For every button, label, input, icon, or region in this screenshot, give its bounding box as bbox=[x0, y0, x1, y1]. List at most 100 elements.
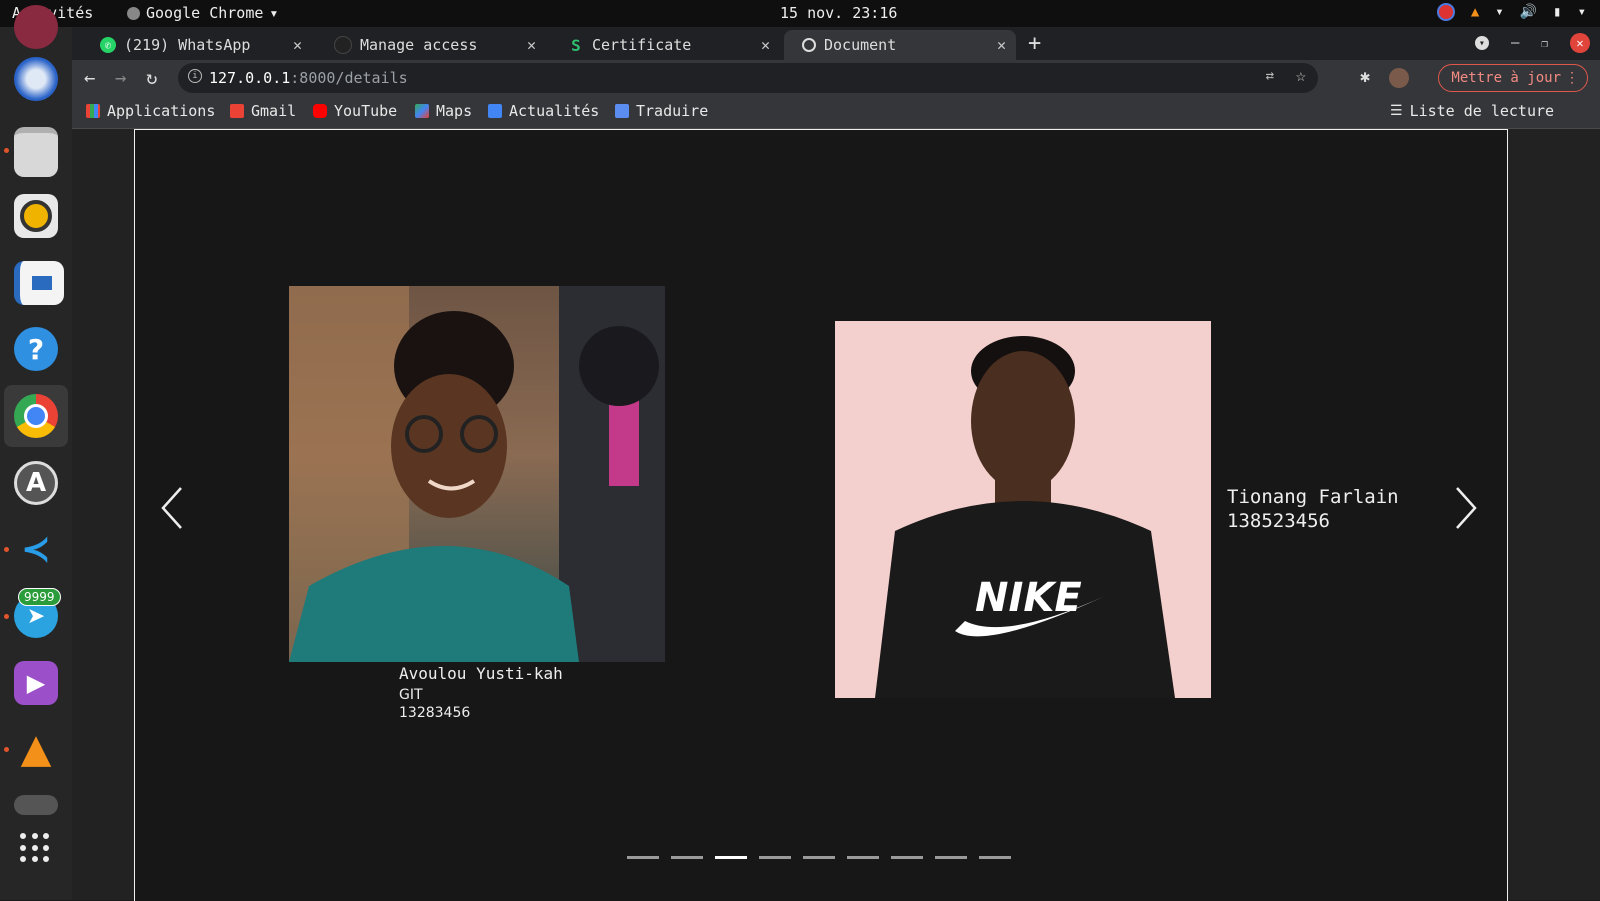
person-id: 13283456 bbox=[399, 705, 471, 721]
app-menu[interactable]: Google Chrome ▾ bbox=[127, 4, 278, 22]
tab-strip: ✆ (219) WhatsApp ✕ Manage access ✕ S Cer… bbox=[72, 27, 1600, 60]
photo-illustration bbox=[289, 286, 665, 662]
help-icon[interactable]: ? bbox=[14, 327, 58, 371]
carousel-indicators bbox=[627, 856, 1011, 859]
tab-title: (219) WhatsApp bbox=[124, 36, 251, 54]
files-icon[interactable] bbox=[14, 127, 58, 177]
rhythmbox-icon[interactable] bbox=[14, 194, 58, 238]
carousel-next-button[interactable] bbox=[1447, 478, 1487, 538]
tab-document[interactable]: Document ✕ bbox=[784, 30, 1016, 60]
slide-caption-2: Tionang Farlain 138523456 bbox=[1227, 485, 1399, 533]
tab-search-icon[interactable]: ▾ bbox=[1474, 36, 1489, 50]
close-tab-icon[interactable]: ✕ bbox=[761, 36, 770, 54]
bookmark-label: Traduire bbox=[636, 102, 709, 120]
person-id: 138523456 bbox=[1227, 510, 1330, 532]
whatsapp-icon: ✆ bbox=[100, 37, 116, 53]
carousel-indicator[interactable] bbox=[847, 856, 879, 859]
system-tray[interactable]: ▲ ▾ 🔊 ▮ ▾ bbox=[1436, 3, 1586, 21]
show-apps-icon[interactable] bbox=[20, 833, 50, 863]
carousel-indicator[interactable] bbox=[935, 856, 967, 859]
reload-icon[interactable]: ↻ bbox=[146, 67, 157, 89]
bookmark-translate[interactable]: Traduire bbox=[615, 102, 708, 120]
dock: ? A ≺ ➤ 9999 ▶ ▲ bbox=[0, 5, 72, 900]
carousel-indicator[interactable] bbox=[803, 856, 835, 859]
caret-down-icon: ▾ bbox=[269, 4, 279, 22]
update-button-label: Mettre à jour bbox=[1451, 70, 1561, 86]
telegram-badge: 9999 bbox=[18, 588, 61, 606]
carousel-indicator[interactable] bbox=[891, 856, 923, 859]
person-name: Avoulou Yusti-kah bbox=[399, 664, 563, 683]
libreoffice-writer-icon[interactable] bbox=[14, 261, 64, 305]
system-top-bar: Activités Google Chrome ▾ 15 nov. 23:16 … bbox=[0, 0, 1600, 27]
media-player-icon[interactable]: ▶ bbox=[14, 661, 58, 705]
bookmark-youtube[interactable]: YouTube bbox=[313, 102, 397, 120]
chrome-small-icon bbox=[127, 6, 140, 20]
volume-icon: 🔊 bbox=[1519, 4, 1538, 20]
wifi-icon: ▾ bbox=[1495, 4, 1504, 20]
slide-caption-1: Avoulou Yusti-kah GIT 13283456 bbox=[399, 664, 563, 721]
carousel-indicator[interactable] bbox=[715, 856, 747, 859]
bookmark-label: YouTube bbox=[334, 102, 398, 120]
close-tab-icon[interactable]: ✕ bbox=[527, 36, 536, 54]
browser-toolbar: ← → ↻ i 127.0.0.1:8000/details ⇄ ☆ ✱ Met… bbox=[72, 60, 1600, 96]
bookmark-label: Maps bbox=[436, 102, 473, 120]
news-icon bbox=[488, 104, 502, 118]
bookmark-maps[interactable]: Maps bbox=[415, 102, 472, 120]
close-tab-icon[interactable]: ✕ bbox=[293, 36, 302, 54]
software-center-icon[interactable]: A bbox=[14, 461, 58, 505]
photo-illustration: NIKE bbox=[875, 336, 1175, 698]
gmail-icon bbox=[230, 104, 244, 118]
vscode-icon[interactable]: ≺ bbox=[14, 527, 58, 571]
back-arrow-icon[interactable]: ← bbox=[84, 67, 95, 89]
drive-icon[interactable] bbox=[14, 795, 58, 815]
github-icon bbox=[334, 36, 352, 54]
clock[interactable]: 15 nov. 23:16 bbox=[780, 4, 897, 22]
vlc-tray-icon: ▲ bbox=[1470, 4, 1480, 20]
carousel-indicator[interactable] bbox=[627, 856, 659, 859]
tab-certificate[interactable]: S Certificate ✕ bbox=[550, 30, 780, 60]
bookmark-label: Applications bbox=[107, 102, 216, 120]
address-bar[interactable]: i 127.0.0.1:8000/details ⇄ ☆ bbox=[178, 63, 1318, 93]
running-indicator bbox=[4, 747, 9, 752]
thunderbird-icon[interactable] bbox=[14, 57, 58, 101]
bookmark-gmail[interactable]: Gmail bbox=[230, 102, 296, 120]
partial-app-icon[interactable] bbox=[14, 5, 58, 49]
translate-bookmark-icon bbox=[615, 104, 629, 118]
forward-arrow-icon[interactable]: → bbox=[115, 67, 126, 89]
apps-grid-icon bbox=[86, 104, 100, 118]
update-button[interactable]: Mettre à jour ⋮ bbox=[1438, 64, 1588, 92]
kebab-menu-icon: ⋮ bbox=[1565, 70, 1579, 86]
bookmark-news[interactable]: Actualités bbox=[488, 102, 599, 120]
vlc-icon[interactable]: ▲ bbox=[14, 726, 58, 772]
person-name: Tionang Farlain bbox=[1227, 486, 1399, 508]
carousel-indicator[interactable] bbox=[671, 856, 703, 859]
profile-photo bbox=[289, 286, 665, 662]
tab-whatsapp[interactable]: ✆ (219) WhatsApp ✕ bbox=[82, 30, 312, 60]
tab-manage-access[interactable]: Manage access ✕ bbox=[316, 30, 546, 60]
tab-title: Document bbox=[824, 36, 897, 54]
new-tab-button[interactable]: + bbox=[1028, 31, 1041, 56]
close-tab-icon[interactable]: ✕ bbox=[997, 36, 1006, 54]
avatar[interactable] bbox=[1389, 68, 1409, 88]
reading-list-label: Liste de lecture bbox=[1409, 102, 1555, 120]
bookmarks-bar: Applications Gmail YouTube Maps Actualit… bbox=[72, 96, 1600, 129]
translate-icon[interactable]: ⇄ bbox=[1266, 68, 1274, 84]
minimize-icon[interactable]: – bbox=[1511, 35, 1519, 51]
bookmark-label: Gmail bbox=[251, 102, 297, 120]
bookmark-label: Actualités bbox=[509, 102, 600, 120]
bookmark-star-icon[interactable]: ☆ bbox=[1296, 66, 1306, 86]
url-host: 127.0.0.1 bbox=[209, 69, 291, 87]
close-window-icon[interactable]: ✕ bbox=[1570, 33, 1590, 53]
carousel-indicator[interactable] bbox=[979, 856, 1011, 859]
bookmark-applications[interactable]: Applications bbox=[86, 102, 215, 120]
tab-title: Certificate bbox=[592, 36, 692, 54]
carousel-prev-button[interactable] bbox=[155, 478, 195, 538]
carousel-indicator[interactable] bbox=[759, 856, 791, 859]
reading-list[interactable]: ☰ Liste de lecture bbox=[1390, 102, 1554, 120]
restore-icon[interactable]: ❐ bbox=[1541, 37, 1548, 50]
extensions-icon[interactable]: ✱ bbox=[1360, 67, 1370, 87]
info-icon[interactable]: i bbox=[188, 69, 202, 83]
chrome-icon[interactable] bbox=[14, 394, 58, 438]
tab-title: Manage access bbox=[360, 36, 478, 54]
chevron-left-icon bbox=[161, 487, 182, 529]
